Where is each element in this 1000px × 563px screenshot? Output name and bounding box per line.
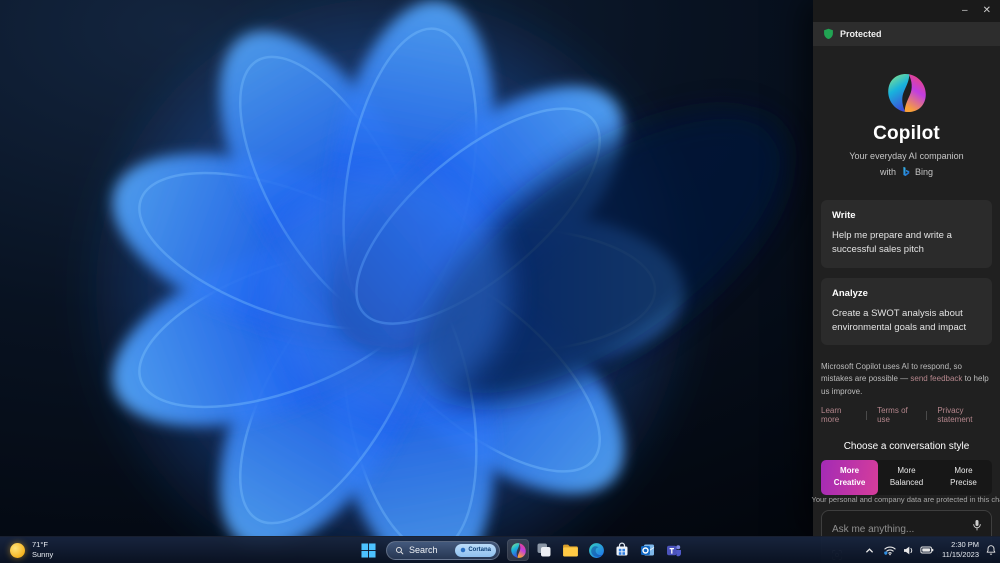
- style-more-precise[interactable]: More Precise: [935, 460, 992, 495]
- legal-links: Learn more Terms of use Privacy statemen…: [821, 406, 992, 424]
- chat-input[interactable]: [832, 524, 963, 536]
- bing-icon: [903, 166, 910, 177]
- taskbar-app-task-view[interactable]: [533, 539, 555, 561]
- with-label: with: [879, 166, 896, 177]
- taskbar-app-outlook[interactable]: [637, 539, 659, 561]
- taskbar-app-edge[interactable]: [585, 539, 607, 561]
- bing-label: Bing: [915, 166, 934, 177]
- taskbar-app-copilot[interactable]: [507, 539, 529, 561]
- desktop: – ✕ Protected Copilot Your everyday AI c…: [0, 0, 1000, 563]
- battery-icon: [920, 543, 934, 557]
- edge-icon: [588, 542, 604, 558]
- close-button[interactable]: ✕: [983, 6, 991, 16]
- shield-protected-icon: [824, 28, 833, 40]
- learn-more-link[interactable]: Learn more: [821, 406, 856, 424]
- badge-icon: [461, 547, 466, 553]
- style-more-creative[interactable]: More Creative: [821, 460, 878, 496]
- taskbar-search[interactable]: Search Cortana: [386, 540, 500, 560]
- suggestion-card-analyze[interactable]: Analyze Create a SWOT analysis about env…: [821, 277, 992, 345]
- copilot-title: Copilot: [873, 123, 940, 144]
- copilot-subtitle: Your everyday AI companion: [849, 151, 964, 161]
- data-protection-note: Your personal and company data are prote…: [812, 495, 1000, 504]
- task-view-icon: [537, 543, 551, 557]
- terms-of-use-link[interactable]: Terms of use: [877, 406, 916, 424]
- style-label-line1: More: [954, 466, 973, 476]
- style-label-line1: More: [839, 466, 860, 476]
- protected-label: Protected: [840, 29, 882, 39]
- style-label-line2: Creative: [833, 478, 866, 488]
- start-button[interactable]: [357, 539, 379, 561]
- copilot-panel: – ✕ Protected Copilot Your everyday AI c…: [812, 0, 1000, 563]
- search-icon: [395, 546, 404, 554]
- tray-overflow-chevron[interactable]: [864, 545, 875, 556]
- search-highlight-badge[interactable]: Cortana: [455, 543, 496, 557]
- file-explorer-icon: [562, 544, 578, 556]
- taskbar-app-microsoft-store[interactable]: [611, 539, 633, 561]
- weather-condition: Sunny: [32, 550, 54, 559]
- search-label: Search: [409, 545, 438, 555]
- taskbar-center: Search Cortana: [357, 537, 685, 563]
- style-label-line2: Precise: [950, 478, 977, 488]
- copilot-logo: [885, 71, 929, 115]
- conversation-style-heading: Choose a conversation style: [843, 441, 970, 453]
- outlook-icon: [641, 544, 655, 556]
- link-divider: [866, 410, 868, 420]
- card-title: Analyze: [832, 287, 868, 299]
- weather-widget[interactable]: 71°F Sunny: [10, 537, 53, 563]
- ai-disclaimer: Microsoft Copilot uses AI to respond, so…: [821, 361, 992, 398]
- card-title: Write: [832, 210, 856, 221]
- conversation-style-selector: More Creative More Balanced More Precise: [821, 460, 992, 496]
- taskbar: 71°F Sunny Search Cortana 2:30 PM 11/15/…: [0, 536, 1000, 563]
- minimize-button[interactable]: –: [962, 6, 968, 16]
- style-label-line2: Balanced: [889, 478, 924, 488]
- tray-date: 11/15/2023: [942, 550, 979, 559]
- teams-icon: [667, 545, 681, 557]
- style-label-line1: More: [897, 466, 916, 476]
- taskbar-app-file-explorer[interactable]: [559, 539, 581, 561]
- taskbar-app-teams[interactable]: [663, 539, 685, 561]
- card-text: Create a SWOT analysis about environment…: [832, 307, 967, 333]
- data-protection-text: Your personal and company data are prote…: [811, 495, 1000, 505]
- sun-icon: [10, 542, 25, 558]
- volume-icon: [902, 544, 915, 557]
- copilot-titlebar: – ✕: [813, 0, 1000, 22]
- windows-logo-icon: [360, 542, 376, 558]
- style-more-balanced[interactable]: More Balanced: [878, 460, 935, 495]
- protected-banner: Protected: [813, 22, 1000, 46]
- weather-temperature: 71°F: [32, 539, 48, 549]
- tray-clock[interactable]: 2:30 PM 11/15/2023: [942, 540, 979, 560]
- wifi-icon: [883, 543, 897, 557]
- badge-label: Cortana: [468, 547, 491, 553]
- with-bing-line: with Bing: [821, 166, 992, 177]
- send-feedback-link[interactable]: send feedback: [910, 374, 962, 383]
- system-tray: 2:30 PM 11/15/2023: [864, 537, 997, 563]
- suggestion-card-write[interactable]: Write Help me prepare and write a succes…: [821, 200, 992, 268]
- copilot-body: Copilot Your everyday AI companion with …: [812, 46, 1000, 563]
- tray-time: 2:30 PM: [951, 539, 979, 549]
- card-text: Help me prepare and write a successful s…: [832, 230, 952, 256]
- microsoft-store-icon: [616, 542, 628, 556]
- privacy-statement-link[interactable]: Privacy statement: [937, 406, 992, 424]
- notification-bell-icon[interactable]: [985, 544, 997, 556]
- tray-status-icons[interactable]: [881, 541, 936, 559]
- copilot-icon: [510, 542, 526, 558]
- microphone-button[interactable]: [971, 519, 983, 532]
- link-divider: [926, 410, 928, 420]
